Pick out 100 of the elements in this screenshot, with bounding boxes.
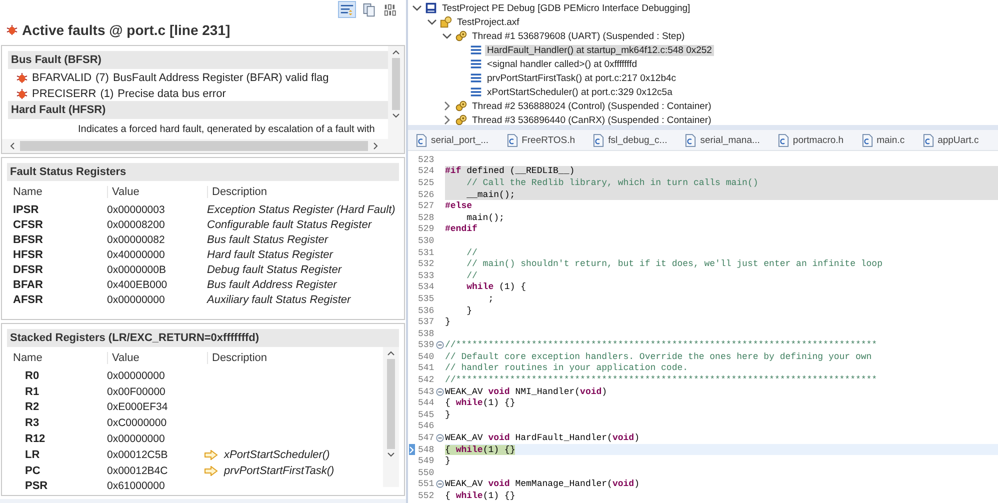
column-header[interactable]: Description: [207, 186, 268, 198]
horizontal-scrollbar[interactable]: [2, 139, 404, 153]
vertical-scrollbar[interactable]: [383, 347, 399, 487]
line-number: 550: [418, 468, 436, 478]
tree-item[interactable]: Thread #1 536879608 (UART) (Suspended : Step): [470, 30, 687, 42]
line-number: 530: [418, 236, 436, 246]
collapse-icon[interactable]: [412, 3, 422, 13]
line-number: 536: [418, 306, 436, 316]
fault-name: PRECISERR: [32, 88, 96, 100]
file-icon: [685, 134, 696, 146]
table-cell-text: Debug fault Status Register: [206, 264, 342, 276]
line-number: 552: [418, 491, 436, 502]
table-cell-text: 0x00000003: [107, 204, 166, 216]
column-header[interactable]: Value: [107, 352, 207, 364]
tree-item[interactable]: HardFault_Handler() at startup_mk64f12.c:548 0x252: [485, 44, 714, 56]
editor-tab[interactable]: fsl_debug_c...: [591, 132, 670, 148]
tree-item[interactable]: xPortStartScheduler() at port.c:329 0x12c5a: [485, 86, 674, 98]
tree-item[interactable]: Thread #3 536896440 (CanRX) (Suspended : Container): [470, 114, 714, 126]
group-header: Hard Fault (HFSR): [8, 101, 388, 119]
file-icon: [862, 134, 873, 146]
table-cell: prvPortStartFirstTask(): [224, 464, 334, 477]
line-number: 549: [418, 456, 436, 466]
file-icon: [593, 134, 604, 146]
expand-icon[interactable]: [442, 115, 452, 125]
table-cell-text: IPSR: [12, 204, 40, 216]
collapse-icon[interactable]: [436, 341, 444, 350]
file-icon: [778, 134, 789, 146]
editor-tab[interactable]: main.c: [860, 132, 907, 148]
code-line: }: [445, 456, 450, 466]
column-header[interactable]: Value: [107, 186, 207, 198]
collapse-icon[interactable]: [436, 480, 444, 488]
file-icon: [922, 134, 934, 146]
table-cell-text: 0x00000000: [107, 433, 166, 446]
table-cell-text: 0x00012B4C: [107, 464, 169, 477]
line-number: 525: [418, 178, 436, 188]
collapse-icon[interactable]: [436, 434, 444, 442]
line-number: 548: [418, 444, 436, 455]
column-header[interactable]: Name: [7, 352, 107, 364]
editor-tab[interactable]: portmacro.h: [776, 132, 846, 148]
tree-item[interactable]: prvPortStartFirstTask() at port.c:217 0x12b4c: [485, 72, 678, 84]
code-line: main();: [466, 212, 504, 223]
fault-description: Indicates a forced hard fault, qenerated by escalation of a fault with: [77, 123, 376, 135]
table-cell-text: R1: [24, 386, 40, 398]
fault-bit: (1): [100, 88, 114, 100]
gears-icon: [455, 100, 467, 112]
table-cell-text: 0x00000082: [107, 234, 166, 246]
fault-description: BusFault Address Register (BFAR) valid flag: [112, 72, 329, 84]
table-cell-text: PC: [24, 464, 42, 477]
line-number: 531: [418, 248, 436, 258]
column-header[interactable]: Description: [207, 352, 268, 364]
collapse-icon[interactable]: [427, 17, 437, 27]
editor-tab[interactable]: serial_mana...: [683, 132, 762, 148]
table-cell-text: 0xE000EF34: [107, 401, 169, 414]
tree-item[interactable]: <signal handler called>() at 0xfffffffd: [485, 58, 640, 70]
line-number: 541: [418, 363, 436, 374]
table-cell-text: Exception Status Register (Hard Fault): [206, 204, 396, 216]
code-line: WEAK_AV void HardFault_Handler(void): [445, 433, 640, 444]
process-icon: [440, 16, 452, 28]
table-cell-text: HFSR: [12, 248, 44, 260]
table-cell-text: LR: [24, 448, 41, 461]
code-line: #else: [445, 201, 472, 212]
table-cell-text: Configurable fault Status Register: [206, 218, 372, 230]
collapse-icon[interactable]: [436, 388, 444, 396]
table-cell-text: BFAR: [12, 278, 44, 290]
vertical-scrollbar[interactable]: [388, 46, 404, 139]
details-toggle-button[interactable]: [338, 1, 356, 18]
code-line: //******************************************************************************: [445, 340, 878, 350]
view-title: Active faults @ port.c [line 231]: [22, 22, 230, 38]
code-line: ;: [487, 294, 494, 304]
table-cell-text: 0x400EB000: [107, 278, 168, 290]
tree-item[interactable]: TestProject PE Debug [GDB PEMicro Interface Debugging]: [440, 2, 692, 14]
table-cell-text: DFSR: [12, 264, 44, 276]
stack-frame-icon: [470, 86, 482, 98]
editor-tab[interactable]: FreeRTOS.h: [504, 132, 578, 148]
tree-item[interactable]: Thread #2 536888024 (Control) (Suspended : Container): [470, 100, 714, 112]
table-cell-text: Auxiliary fault Status Register: [206, 294, 351, 306]
column-header[interactable]: Name: [7, 186, 107, 198]
code-line: //******************************************************************************: [445, 375, 878, 386]
line-number: 538: [418, 328, 436, 339]
file-icon: [506, 134, 518, 146]
code-line: // Default core exception handlers. Override the ones here by defining your own: [445, 352, 872, 362]
line-number: 540: [418, 352, 436, 362]
collapse-icon[interactable]: [442, 31, 452, 41]
code-line: // handler routines in your application code.: [445, 363, 688, 374]
file-icon: [416, 134, 427, 146]
table-cell-text: R0: [24, 370, 40, 382]
editor-tab[interactable]: appUart.c: [920, 132, 981, 148]
expand-icon[interactable]: [442, 101, 452, 111]
line-number: 526: [418, 190, 436, 200]
bug-icon: [16, 72, 28, 84]
line-number: 524: [418, 166, 436, 176]
table-cell-text: 0x00012C5B: [107, 448, 169, 461]
fault-bit: (7): [96, 72, 109, 84]
code-line: WEAK_AV void NMI_Handler(void): [445, 386, 608, 397]
editor-tab[interactable]: serial_port_...: [414, 132, 491, 148]
table-cell-text: BFSR: [12, 234, 44, 246]
tree-item[interactable]: TestProject.axf: [455, 16, 522, 28]
table-cell-text: CFSR: [12, 218, 44, 230]
line-number: 544: [418, 398, 436, 408]
table-cell-text: Hard fault Status Register: [206, 248, 333, 260]
